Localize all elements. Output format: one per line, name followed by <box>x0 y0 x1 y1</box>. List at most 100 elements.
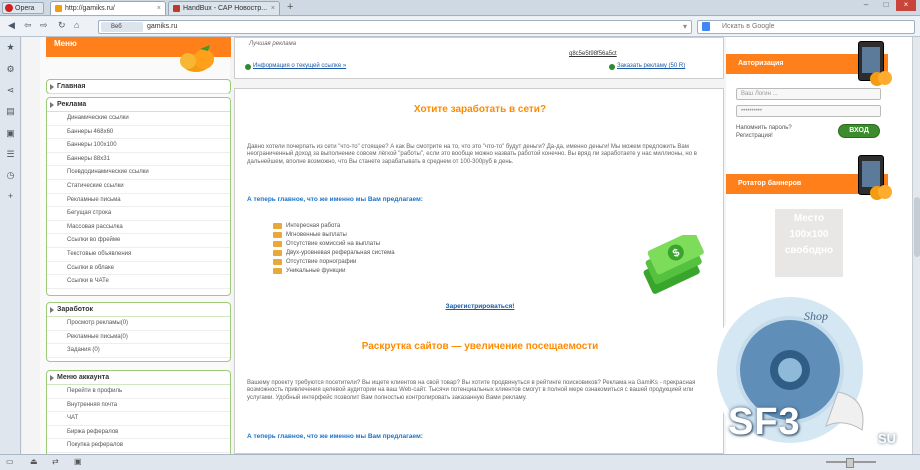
oranges-icon <box>180 45 214 72</box>
menu-item[interactable]: Баннеры 88х31 <box>47 153 230 167</box>
section-title[interactable]: Главная <box>47 80 230 94</box>
login-button[interactable]: ВХОД <box>838 124 880 138</box>
menu-item[interactable]: Ссылки в облаке <box>47 262 230 276</box>
menu-section-earnings: Заработок Просмотр рекламы(0) Рекламные … <box>46 302 231 362</box>
watermark-logo: SF3 <box>728 401 801 443</box>
oranges-icon <box>870 185 892 200</box>
banner-line: 100x100 <box>789 229 829 240</box>
reload-icon[interactable]: ↻ <box>58 20 66 31</box>
order-ad-link[interactable]: Заказать рекламу (50 R) <box>608 63 685 70</box>
google-icon <box>702 22 710 31</box>
subtitle-offer-2: А теперь главное, что же именно мы Вам п… <box>247 433 423 440</box>
add-panel-icon[interactable]: + <box>5 191 16 202</box>
tab-gamiks[interactable]: http://gamiks.ru/ × <box>50 1 166 15</box>
menu-item[interactable]: Покупка рефералов <box>47 439 230 453</box>
url-text: gamiks.ru <box>147 23 178 30</box>
new-tab-button[interactable]: + <box>287 1 293 13</box>
menu-item[interactable]: Ссылки в ЧАТе <box>47 275 230 289</box>
feature-item: Отсутствие комиссий на выплаты <box>273 240 493 249</box>
tab-label: http://gamiks.ru/ <box>65 5 115 12</box>
paragraph-earn: Давно хотели почерпать из сети "что-то" … <box>247 144 697 165</box>
banner-line: Место <box>793 213 825 224</box>
bookmarks-icon[interactable]: ★ <box>5 42 16 53</box>
site-badge: Веб <box>101 22 143 32</box>
ad-info-link[interactable]: Информация о текущей ссылке » <box>244 63 346 70</box>
section-title[interactable]: Меню аккаунта <box>47 371 230 385</box>
downloads-icon[interactable]: ▤ <box>5 106 16 117</box>
menu-item[interactable]: Рекламные письма <box>47 194 230 208</box>
menu-item[interactable]: Баннеры 100х100 <box>47 139 230 153</box>
menu-item[interactable]: Статические ссылки <box>47 180 230 194</box>
view-icon[interactable]: ▣ <box>74 457 82 466</box>
ad-block: Лучшая реклама q8c5e5t98f56a5ct Информац… <box>234 37 724 79</box>
register-link[interactable]: Зарегистрироваться! <box>235 303 725 310</box>
maximize-icon[interactable]: □ <box>876 0 896 11</box>
menu-item[interactable]: Баннеры 468х60 <box>47 126 230 140</box>
subtitle-offer: А теперь главное, что же именно мы Вам п… <box>247 196 423 203</box>
panel-toggle-icon[interactable]: ▭ <box>6 457 14 466</box>
tab-bar: Opera http://gamiks.ru/ × HandBux - САР Н… <box>0 0 920 16</box>
tab-label: HandBux - САР Новостр... <box>183 5 268 12</box>
close-tab-icon[interactable]: × <box>157 2 161 15</box>
turbo-icon[interactable]: ⏏ <box>30 457 38 466</box>
search-input[interactable]: Искать в Google <box>697 20 915 34</box>
bookmark-star-icon[interactable]: ▾ <box>683 21 687 33</box>
menu-item[interactable]: Биржа рефералов <box>47 426 230 440</box>
heading-earn: Хотите заработать в сети? <box>413 104 547 115</box>
back-icon[interactable]: ◀ <box>8 20 15 31</box>
search-placeholder: Искать в Google <box>722 23 775 30</box>
status-bar: ▭ ⏏ ⇄ ▣ <box>0 454 920 470</box>
feature-item: Уникальные функции <box>273 267 493 276</box>
back-button-arrow-icon[interactable]: ⇦ <box>24 20 32 31</box>
menu-section-ads: Реклама Динамические ссылки Баннеры 468х… <box>46 97 231 296</box>
home-icon[interactable]: ⌂ <box>74 20 79 30</box>
menu-item[interactable]: Текстовые объявления <box>47 248 230 262</box>
sync-icon[interactable]: ⇄ <box>52 457 59 466</box>
register-link-right[interactable]: Регистрация! <box>736 133 773 139</box>
feature-item: Интересная работа <box>273 222 493 231</box>
menu-item[interactable]: Бегущая строка <box>47 207 230 221</box>
scrollbar[interactable] <box>912 37 920 454</box>
minimize-icon[interactable]: – <box>856 0 876 11</box>
close-tab-icon[interactable]: × <box>271 2 275 15</box>
forgot-password-link[interactable]: Напомнить пароль? <box>736 125 792 131</box>
menu-item[interactable]: Просмотр рекламы(0) <box>47 317 230 331</box>
close-window-icon[interactable]: × <box>896 0 916 11</box>
menu-item[interactable]: Псевдодинамические ссылки <box>47 166 230 180</box>
panels-icon[interactable]: ☰ <box>5 149 16 160</box>
opera-label: Opera <box>15 5 35 12</box>
section-title[interactable]: Заработок <box>47 303 230 317</box>
menu-section-main[interactable]: Главная <box>46 79 231 94</box>
menu-item[interactable]: Задания (0) <box>47 344 230 358</box>
forward-icon[interactable]: ⇨ <box>40 20 48 31</box>
login-input[interactable]: Ваш Логин ... <box>736 88 881 100</box>
feature-item: Двух-уровневая реферальная система <box>273 249 493 258</box>
notes-icon[interactable]: ▣ <box>5 128 16 139</box>
scrollbar-thumb[interactable] <box>914 197 920 257</box>
banner-placeholder[interactable]: Место 100x100 свободно <box>775 209 843 277</box>
oranges-icon <box>870 71 892 86</box>
heading-promotion: Раскрутка сайтов — увеличение посещаемос… <box>361 341 599 352</box>
menu-item[interactable]: Динамические ссылки <box>47 112 230 126</box>
browser-sidebar: ★ ⚙ ⋖ ▤ ▣ ☰ ◷ + <box>0 37 21 454</box>
password-input[interactable]: •••••••••• <box>736 105 881 117</box>
menu-item[interactable]: Внутренняя почта <box>47 399 230 413</box>
settings-icon[interactable]: ⚙ <box>5 64 16 75</box>
section-title[interactable]: Реклама <box>47 98 230 112</box>
feature-item: Отсутствие порнографии <box>273 258 493 267</box>
menu-item[interactable]: Ссылки во фрейме <box>47 234 230 248</box>
menu-item[interactable]: Рекламные письма(0) <box>47 331 230 345</box>
share-icon[interactable]: ⋖ <box>5 85 16 96</box>
menu-item[interactable]: ЧАТ <box>47 412 230 426</box>
watermark-su: SU <box>878 431 897 446</box>
tab-handbux[interactable]: HandBux - САР Новостр... × <box>168 1 280 15</box>
zoom-slider[interactable] <box>826 458 876 468</box>
opera-menu-button[interactable]: Opera <box>2 2 44 14</box>
menu-section-account: Меню аккаунта Перейти в профиль Внутренн… <box>46 370 231 454</box>
menu-item[interactable]: Перейти в профиль <box>47 385 230 399</box>
address-bar[interactable]: Веб gamiks.ru ▾ <box>98 20 692 34</box>
favicon-icon <box>55 5 62 12</box>
ad-code-link[interactable]: q8c5e5t98f56a5ct <box>569 51 617 57</box>
history-icon[interactable]: ◷ <box>5 170 16 181</box>
menu-item[interactable]: Массовая рассылка <box>47 221 230 235</box>
